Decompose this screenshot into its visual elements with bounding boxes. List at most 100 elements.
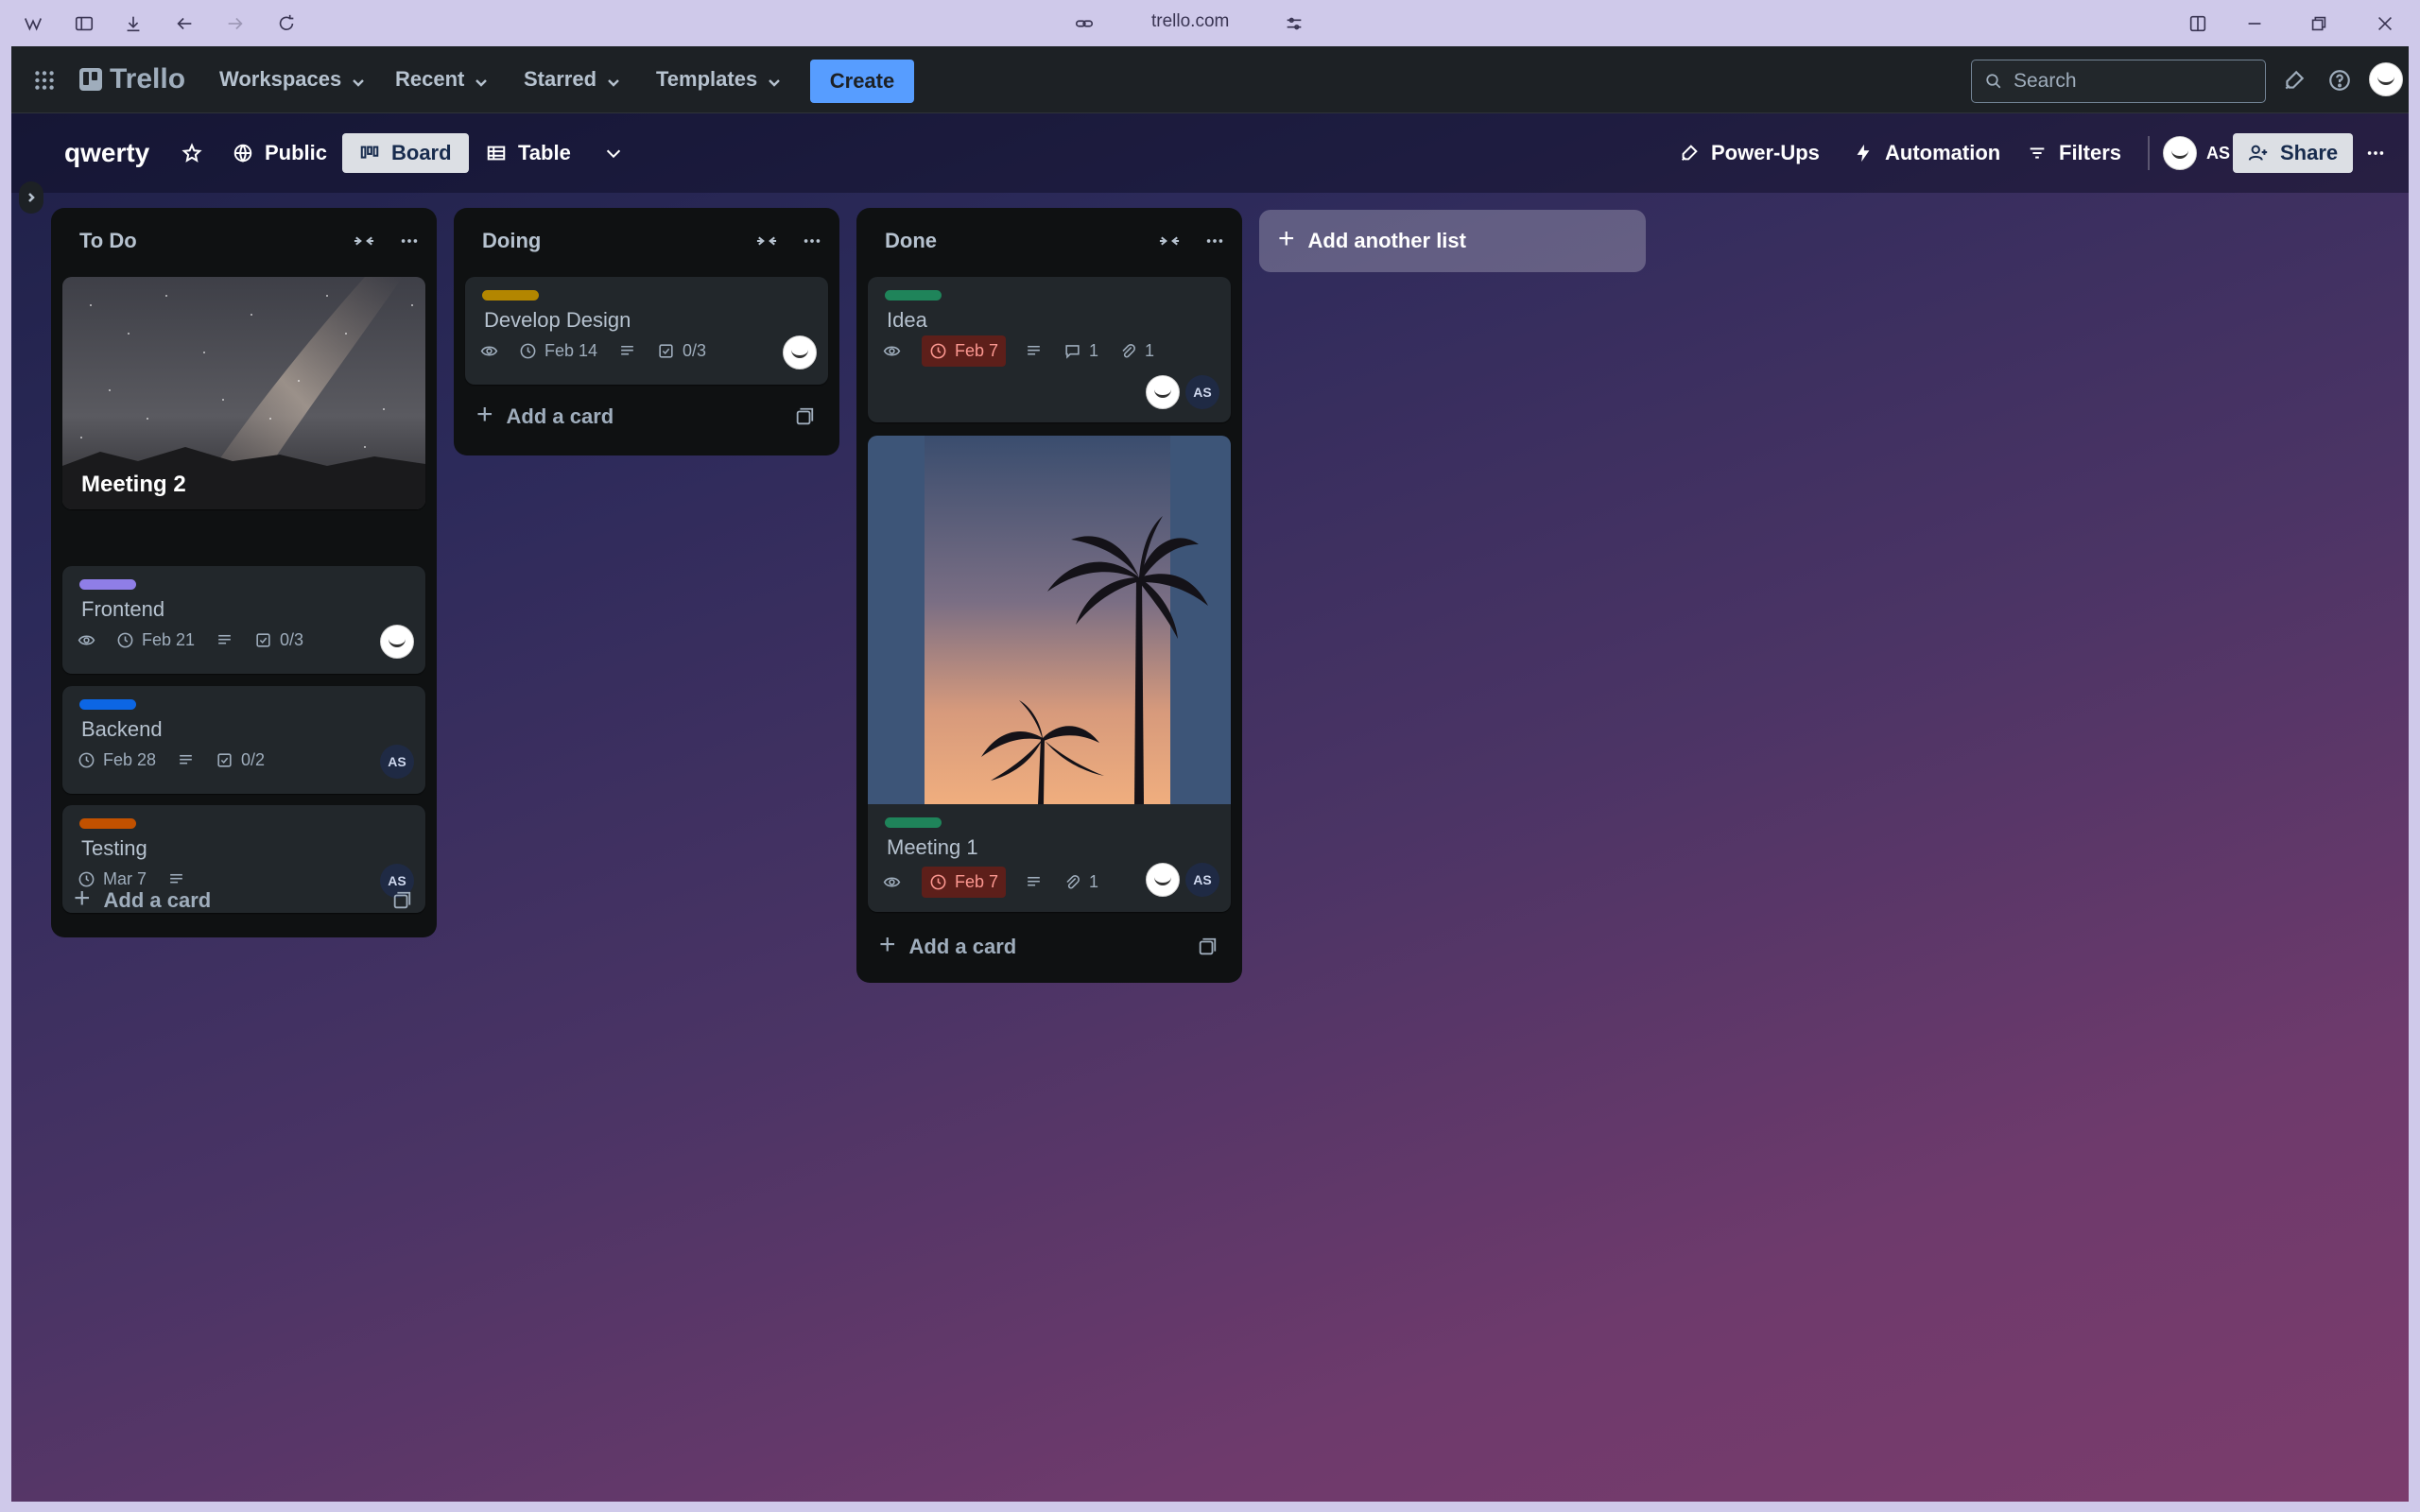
board-menu-button[interactable]: [2365, 133, 2397, 173]
checklist-count: 0/3: [280, 630, 304, 649]
avatar[interactable]: [1146, 863, 1180, 897]
card-meeting-2[interactable]: Meeting 2: [62, 277, 425, 509]
share-button[interactable]: Share: [2233, 133, 2354, 173]
card-template-icon[interactable]: [1197, 936, 1218, 963]
card-frontend[interactable]: Frontend Feb 21 0/3: [62, 566, 425, 674]
watch-icon: [480, 342, 498, 360]
help-icon[interactable]: [2325, 66, 2354, 94]
menu-starred[interactable]: Starred: [524, 61, 621, 97]
checklist-count: 0/2: [241, 750, 266, 769]
address-bar-url[interactable]: trello.com: [1151, 11, 1229, 32]
add-list-button[interactable]: + Add another list: [1259, 210, 1646, 272]
trello-logo[interactable]: Trello: [79, 61, 185, 97]
reload-icon[interactable]: [274, 11, 299, 36]
description-icon: [216, 631, 233, 649]
visibility-button[interactable]: Public: [233, 133, 327, 173]
paperclip-icon: [1122, 344, 1136, 358]
menu-recent[interactable]: Recent: [395, 61, 489, 97]
card-template-icon[interactable]: [794, 406, 815, 433]
add-card-button[interactable]: + Add a card: [62, 879, 425, 922]
minimize-icon[interactable]: [2242, 11, 2267, 36]
card-idea[interactable]: Idea Feb 7 1 1 AS: [868, 277, 1231, 422]
due-date-badge[interactable]: Feb 21: [116, 630, 195, 650]
search-input[interactable]: Search: [1971, 60, 2266, 103]
site-settings-icon[interactable]: [1282, 11, 1306, 36]
overdue-date-badge[interactable]: Feb 7: [922, 335, 1007, 367]
card-meeting-1[interactable]: Meeting 1 Feb 7 1 AS: [868, 436, 1231, 912]
forward-icon[interactable]: [223, 11, 248, 36]
download-icon[interactable]: [121, 11, 146, 36]
palm-sunset-cover-image: [868, 436, 1231, 804]
menu-templates[interactable]: Templates: [656, 61, 782, 97]
close-icon[interactable]: [2373, 11, 2397, 36]
sidebar-expand-button[interactable]: [19, 181, 43, 214]
notifications-icon[interactable]: [2280, 66, 2308, 94]
list-actions-icon[interactable]: [1202, 229, 1227, 253]
create-button[interactable]: Create: [810, 60, 914, 103]
card-members: AS: [1140, 863, 1219, 897]
attachments-badge: 1: [1063, 872, 1098, 892]
add-card-label: Add a card: [506, 404, 614, 428]
views-dropdown-button[interactable]: [603, 133, 635, 173]
overdue-date-badge[interactable]: Feb 7: [922, 867, 1007, 898]
board-members[interactable]: AS: [2163, 136, 2230, 170]
filters-label: Filters: [2059, 141, 2122, 164]
globe-icon: [233, 144, 252, 163]
power-ups-button[interactable]: Power-Ups: [1679, 133, 1820, 173]
add-card-button[interactable]: + Add a card: [868, 925, 1231, 969]
collapse-list-icon[interactable]: [1157, 229, 1182, 253]
avatar-initials[interactable]: AS: [380, 745, 414, 779]
back-icon[interactable]: [172, 11, 197, 36]
collapse-list-icon[interactable]: [754, 229, 779, 253]
avatar[interactable]: [1146, 375, 1180, 409]
list-header[interactable]: To Do: [51, 208, 437, 274]
view-table-tab[interactable]: Table: [486, 133, 571, 173]
label-green[interactable]: [885, 817, 942, 828]
card-badges: Feb 7 1 1: [883, 335, 1175, 367]
label-purple[interactable]: [79, 579, 136, 590]
browser-logo-icon[interactable]: [21, 11, 45, 36]
account-avatar[interactable]: [2369, 62, 2403, 96]
link-icon[interactable]: [1072, 11, 1097, 36]
avatar-initials[interactable]: AS: [1185, 863, 1219, 897]
power-ups-label: Power-Ups: [1711, 141, 1820, 164]
menu-workspaces[interactable]: Workspaces: [219, 61, 366, 97]
trello-app: Trello Workspaces Recent Starred Templat…: [11, 46, 2409, 1502]
menu-starred-label: Starred: [524, 67, 597, 91]
card-backend[interactable]: Backend Feb 28 0/2 AS: [62, 686, 425, 794]
list-actions-icon[interactable]: [800, 229, 824, 253]
menu-workspaces-label: Workspaces: [219, 67, 342, 91]
star-board-button[interactable]: [182, 133, 214, 173]
add-card-button[interactable]: + Add a card: [465, 395, 828, 438]
label-orange[interactable]: [79, 818, 136, 829]
automation-button[interactable]: Automation: [1853, 133, 2000, 173]
clock-icon: [930, 343, 946, 359]
filters-button[interactable]: Filters: [2027, 133, 2121, 173]
due-date-badge[interactable]: Feb 14: [519, 341, 597, 361]
due-date-badge[interactable]: Feb 28: [78, 750, 156, 770]
list-actions-icon[interactable]: [397, 229, 422, 253]
avatar[interactable]: [783, 335, 817, 369]
restore-icon[interactable]: [2307, 11, 2331, 36]
label-yellow[interactable]: [482, 290, 539, 301]
label-green[interactable]: [885, 290, 942, 301]
label-blue[interactable]: [79, 699, 136, 710]
sidebar-icon[interactable]: [72, 11, 96, 36]
card-template-icon[interactable]: [391, 890, 412, 917]
collapse-list-icon[interactable]: [352, 229, 376, 253]
clock-icon: [520, 343, 536, 359]
avatar[interactable]: [380, 625, 414, 659]
list-header[interactable]: Doing: [454, 208, 839, 274]
card-develop-design[interactable]: Develop Design Feb 14 0/3: [465, 277, 828, 385]
more-icon: [2367, 151, 2384, 155]
chevron-down-icon: [767, 72, 782, 87]
view-board-tab[interactable]: Board: [342, 133, 469, 173]
split-view-icon[interactable]: [2186, 11, 2210, 36]
board-title[interactable]: qwerty: [64, 133, 149, 173]
description-icon: [177, 751, 195, 769]
list-header[interactable]: Done: [856, 208, 1242, 274]
lightning-icon: [1857, 144, 1870, 163]
app-switcher-icon[interactable]: [30, 66, 59, 94]
avatar-initials[interactable]: AS: [1185, 375, 1219, 409]
card-badges: Feb 21 0/3: [78, 630, 324, 650]
